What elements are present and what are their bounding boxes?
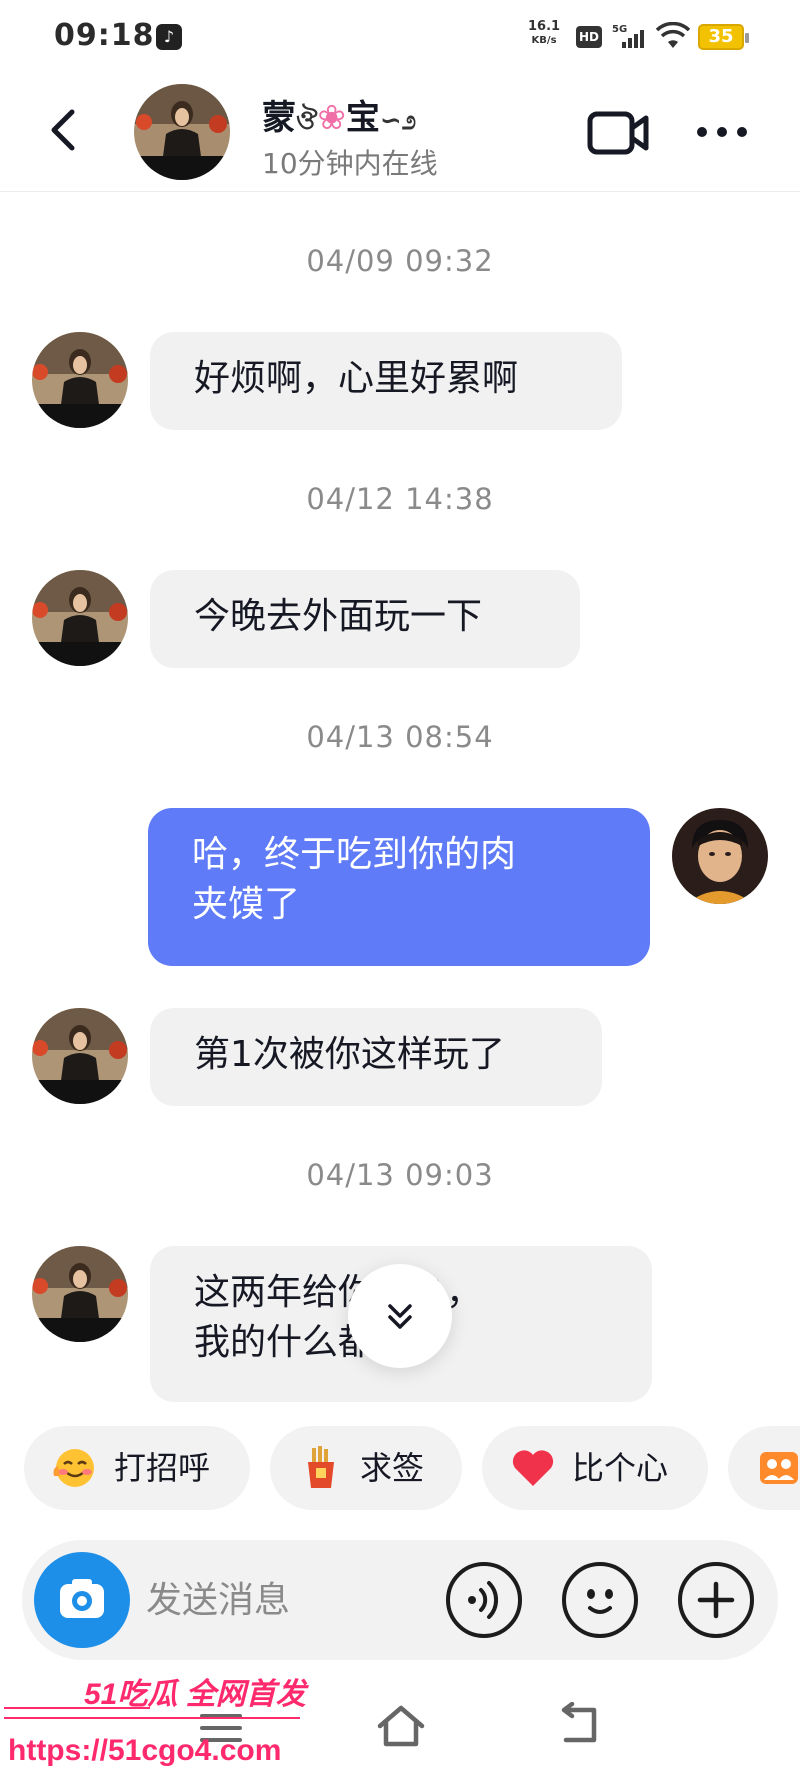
chat-header: 蒙ঔ❀宝∽೨ 10分钟内在线 (0, 72, 800, 192)
tiktok-notification-icon: ♪ (156, 24, 182, 50)
message-timestamp: 04/13 08:54 (306, 720, 494, 754)
emoji-icon (587, 1589, 613, 1614)
system-back-button[interactable] (554, 1701, 604, 1748)
quick-reply-group[interactable] (728, 1426, 800, 1510)
sender-avatar[interactable] (32, 1008, 128, 1104)
fortune-stick-icon (308, 1446, 334, 1488)
my-avatar[interactable] (672, 808, 768, 904)
voice-icon (468, 1581, 499, 1619)
smiling-face-icon (53, 1449, 94, 1487)
home-button[interactable] (374, 1700, 428, 1754)
camera-button[interactable] (34, 1552, 130, 1648)
signal-5g-icon: 5G (612, 24, 644, 48)
quick-reply-heart[interactable]: 比个心 (482, 1426, 708, 1510)
message-line: 夹馍了 (192, 884, 301, 925)
double-chevron-down-icon (388, 1304, 412, 1329)
message-line: 哈，终于吃到你的肉 (192, 834, 517, 875)
message-input[interactable] (146, 1570, 446, 1630)
site-watermark: 51吃瓜 全网首发 https://51cgo4.com (4, 1677, 310, 1767)
sender-avatar-image (32, 570, 128, 666)
sender-avatar-image (32, 1008, 128, 1104)
plus-icon (697, 1581, 735, 1619)
contact-avatar-image (134, 84, 230, 180)
contact-online-status: 10分钟内在线 (262, 147, 438, 180)
quick-reply-label: 求签 (360, 1449, 425, 1487)
quick-reply-bar: 打招呼 求签 比个心 (0, 1426, 800, 1514)
voice-button[interactable] (446, 1562, 522, 1638)
sender-avatar-image (32, 1246, 128, 1342)
contact-name-part1: 蒙 (262, 98, 296, 138)
cherry-blossom-icon: ❀ (317, 98, 346, 138)
network-speed: 16.1 KB/s (528, 20, 560, 48)
outgoing-message-bubble[interactable]: 哈，终于吃到你的肉 夹馍了 (148, 808, 650, 966)
quick-reply-label: 比个心 (572, 1449, 669, 1487)
incoming-message-bubble[interactable]: 第1次被你这样玩了 (150, 1008, 602, 1106)
my-avatar-image (672, 808, 768, 904)
message-input-bar (22, 1540, 778, 1660)
sender-avatar[interactable] (32, 570, 128, 666)
message-timestamp: 04/13 09:03 (306, 1158, 494, 1192)
chevron-left-icon (51, 109, 75, 151)
status-bar: 09:18 ♪ 16.1 KB/s HD 5G 35 (0, 0, 800, 72)
sender-avatar[interactable] (32, 1246, 128, 1342)
more-actions-button[interactable] (678, 1562, 754, 1638)
sender-avatar-image (32, 332, 128, 428)
heart-icon (512, 1450, 554, 1486)
ellipsis-icon (697, 127, 747, 137)
back-button[interactable] (40, 100, 90, 160)
quick-reply-greet[interactable]: 打招呼 (24, 1426, 250, 1510)
network-speed-unit: KB/s (531, 35, 557, 46)
contact-avatar[interactable] (134, 84, 230, 180)
watermark-url: https://51cgo4.com (8, 1734, 281, 1767)
network-type-label: 5G (612, 24, 627, 35)
video-camera-icon (587, 111, 649, 155)
emoji-button[interactable] (562, 1562, 638, 1638)
more-options-button[interactable] (692, 112, 752, 152)
message-timestamp: 04/12 14:38 (306, 482, 494, 516)
swirl-ornament-icon: ∽೨ (379, 106, 417, 136)
message-timestamp: 04/09 09:32 (306, 244, 494, 278)
network-speed-value: 16.1 (528, 19, 561, 34)
contact-name-part2: 宝 (345, 98, 380, 138)
watermark-title: 51吃瓜 全网首发 (84, 1677, 310, 1711)
sender-avatar[interactable] (32, 332, 128, 428)
battery-indicator: 35 (698, 24, 749, 50)
ornament-icon: ঔ (296, 106, 318, 136)
quick-reply-label: 打招呼 (114, 1449, 211, 1487)
return-arrow-icon (561, 1701, 597, 1743)
incoming-message-bubble[interactable]: 好烦啊，心里好累啊 (150, 332, 622, 430)
home-icon (377, 1705, 425, 1747)
scroll-to-bottom-button[interactable] (348, 1264, 452, 1368)
camera-icon (60, 1579, 104, 1618)
status-time: 09:18 (54, 18, 155, 53)
wifi-icon (656, 22, 690, 48)
video-call-button[interactable] (586, 108, 652, 158)
contact-name: 蒙ঔ❀宝∽೨ (262, 90, 416, 144)
quick-reply-fortune[interactable]: 求签 (270, 1426, 462, 1510)
group-photo-icon (760, 1452, 798, 1484)
incoming-message-bubble[interactable]: 今晚去外面玩一下 (150, 570, 580, 668)
hd-badge: HD (576, 26, 602, 48)
